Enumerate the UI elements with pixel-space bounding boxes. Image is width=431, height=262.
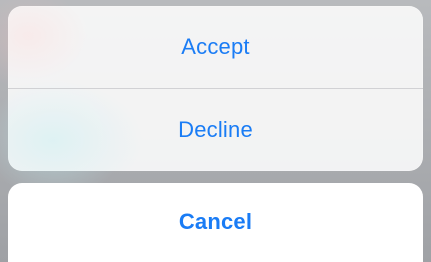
accept-button[interactable]: Accept	[8, 6, 423, 88]
action-sheet-options: Accept Decline	[8, 6, 423, 171]
accept-button-label: Accept	[181, 34, 250, 59]
decline-button[interactable]: Decline	[8, 89, 423, 171]
cancel-button[interactable]: Cancel	[8, 183, 423, 262]
decline-button-label: Decline	[178, 117, 253, 142]
cancel-button-label: Cancel	[178, 208, 253, 234]
